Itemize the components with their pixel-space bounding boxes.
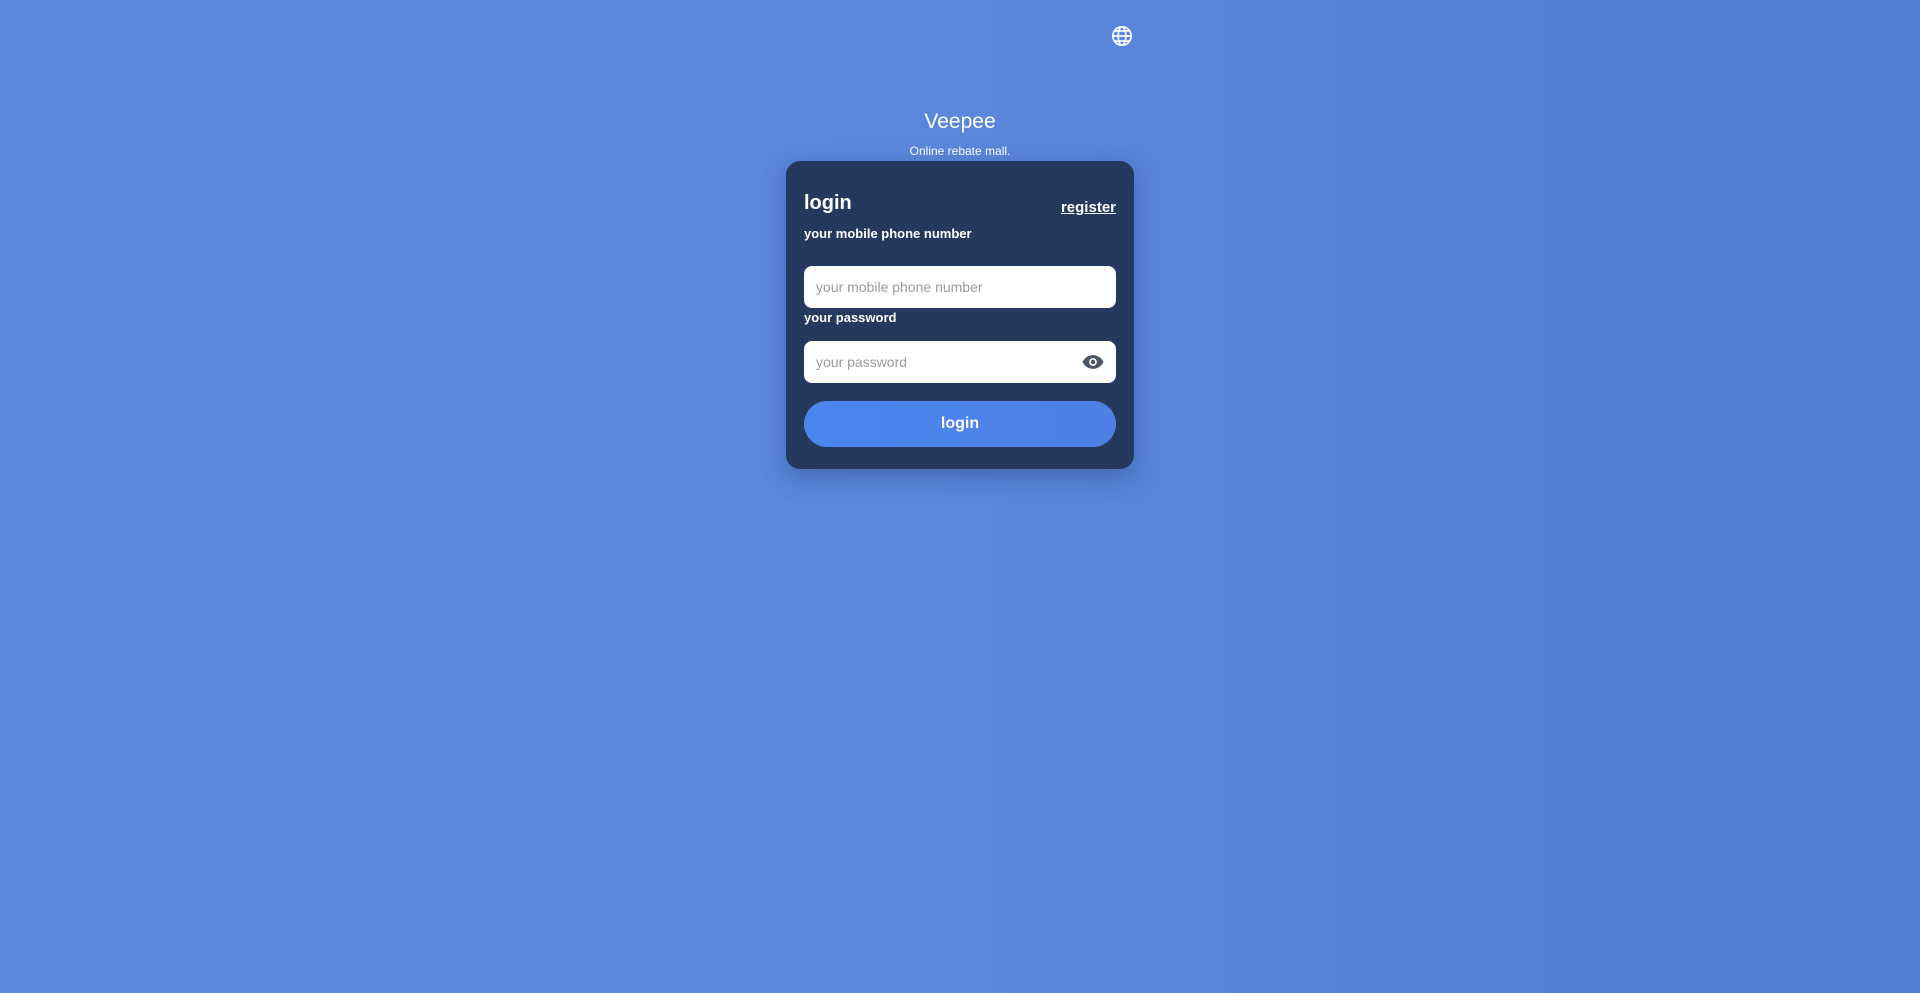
- register-link[interactable]: register: [1061, 199, 1116, 217]
- language-button[interactable]: [1110, 24, 1134, 48]
- phone-label: your mobile phone number: [804, 226, 972, 241]
- password-field-container: [804, 341, 1116, 383]
- phone-field-container: [804, 266, 1116, 308]
- globe-icon: [1111, 25, 1133, 47]
- login-card: login register your mobile phone number …: [786, 161, 1134, 469]
- phone-input[interactable]: [804, 266, 1116, 308]
- login-title: login: [804, 192, 852, 214]
- brand-tagline: Online rebate mall.: [909, 144, 1011, 158]
- password-label: your password: [804, 310, 897, 325]
- login-button[interactable]: login: [804, 401, 1116, 447]
- eye-icon[interactable]: [1082, 352, 1104, 372]
- password-input[interactable]: [804, 341, 1116, 383]
- brand-title: Veepee: [924, 110, 996, 133]
